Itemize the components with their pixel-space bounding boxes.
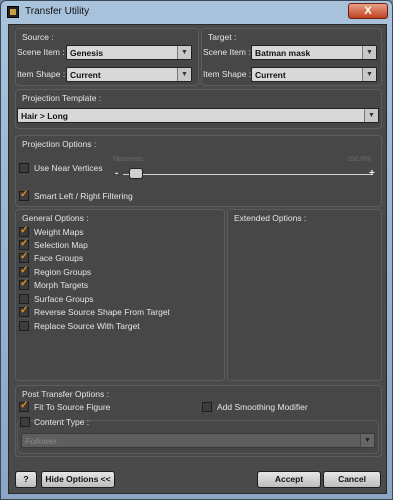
projection-template-select[interactable]: Hair > Long ▼	[17, 108, 379, 123]
region-groups-checkbox[interactable]	[19, 265, 29, 277]
nearness-slider-handle[interactable]	[129, 168, 143, 179]
source-group-title: Source :	[22, 32, 54, 42]
target-item-shape-label: Item Shape :	[203, 69, 252, 79]
chevron-down-icon: ▼	[177, 46, 191, 59]
content-type-checkbox[interactable]	[20, 417, 30, 427]
nearness-min-label: Nearness	[113, 156, 143, 163]
post-transfer-title: Post Transfer Options :	[22, 389, 109, 399]
weight-maps-label: Weight Maps	[34, 227, 84, 237]
selection-map-checkbox[interactable]	[19, 238, 29, 250]
target-scene-item-select[interactable]: Batman mask ▼	[251, 45, 377, 60]
fit-to-source-label: Fit To Source Figure	[34, 402, 111, 412]
help-icon: ?	[23, 474, 29, 484]
target-group-title: Target :	[208, 32, 237, 42]
dialog-body: Source : Scene Item : Genesis ▼ Item Sha…	[8, 24, 387, 494]
content-type-label: Content Type :	[34, 417, 90, 427]
window-title: Transfer Utility	[25, 6, 90, 17]
help-button[interactable]: ?	[15, 471, 37, 488]
surface-groups-checkbox[interactable]	[19, 294, 29, 304]
source-scene-item-label: Scene Item :	[17, 47, 65, 57]
accept-button[interactable]: Accept	[257, 471, 321, 488]
fit-to-source-checkbox[interactable]	[19, 400, 29, 412]
replace-source-checkbox[interactable]	[19, 321, 29, 331]
target-scene-item-value: Batman mask	[255, 48, 311, 58]
chevron-down-icon: ▼	[360, 434, 374, 447]
face-groups-label: Face Groups	[34, 253, 84, 263]
nearness-slider-track[interactable]	[123, 174, 373, 175]
extended-options-group: Extended Options :	[227, 209, 382, 381]
slider-decrease-button[interactable]: -	[115, 168, 118, 179]
general-options-title: General Options :	[22, 213, 89, 223]
transfer-utility-window: Transfer Utility X Source : Scene Item :…	[0, 0, 393, 500]
projection-options-title: Projection Options :	[22, 139, 97, 149]
chevron-down-icon: ▼	[364, 109, 378, 122]
chevron-down-icon: ▼	[362, 46, 376, 59]
cancel-button[interactable]: Cancel	[323, 471, 381, 488]
selection-map-label: Selection Map	[34, 240, 88, 250]
target-scene-item-label: Scene Item :	[203, 47, 251, 57]
surface-groups-label: Surface Groups	[34, 294, 94, 304]
hide-options-button[interactable]: Hide Options <<	[41, 471, 115, 488]
slider-increase-button[interactable]: +	[369, 168, 375, 179]
source-item-shape-select[interactable]: Current ▼	[66, 67, 192, 82]
weight-maps-checkbox[interactable]	[19, 225, 29, 237]
content-type-value: Follower	[25, 436, 58, 446]
app-icon	[7, 6, 19, 18]
target-item-shape-value: Current	[255, 70, 286, 80]
smart-filtering-checkbox[interactable]	[19, 189, 29, 201]
projection-template-value: Hair > Long	[21, 111, 68, 121]
projection-template-title: Projection Template :	[22, 93, 102, 103]
extended-options-title: Extended Options :	[234, 213, 307, 223]
face-groups-checkbox[interactable]	[19, 251, 29, 263]
use-near-vertices-label: Use Near Vertices	[34, 163, 103, 173]
replace-source-label: Replace Source With Target	[34, 321, 140, 331]
smart-filtering-label: Smart Left / Right Filtering	[34, 191, 133, 201]
source-item-shape-label: Item Shape :	[17, 69, 66, 79]
title-bar[interactable]: Transfer Utility X	[1, 1, 392, 23]
target-item-shape-select[interactable]: Current ▼	[251, 67, 377, 82]
nearness-max-label: 150.0%	[347, 156, 371, 163]
reverse-source-shape-label: Reverse Source Shape From Target	[34, 307, 170, 317]
reverse-source-shape-checkbox[interactable]	[19, 305, 29, 317]
close-button[interactable]: X	[348, 3, 388, 19]
add-smoothing-checkbox[interactable]	[202, 402, 212, 412]
use-near-vertices-checkbox[interactable]	[19, 163, 29, 173]
add-smoothing-label: Add Smoothing Modifier	[217, 402, 308, 412]
source-item-shape-value: Current	[70, 70, 101, 80]
chevron-down-icon: ▼	[177, 68, 191, 81]
morph-targets-label: Morph Targets	[34, 280, 89, 290]
chevron-down-icon: ▼	[362, 68, 376, 81]
source-scene-item-value: Genesis	[70, 48, 104, 58]
content-type-select[interactable]: Follower ▼	[21, 433, 375, 448]
morph-targets-checkbox[interactable]	[19, 278, 29, 290]
region-groups-label: Region Groups	[34, 267, 92, 277]
source-scene-item-select[interactable]: Genesis ▼	[66, 45, 192, 60]
